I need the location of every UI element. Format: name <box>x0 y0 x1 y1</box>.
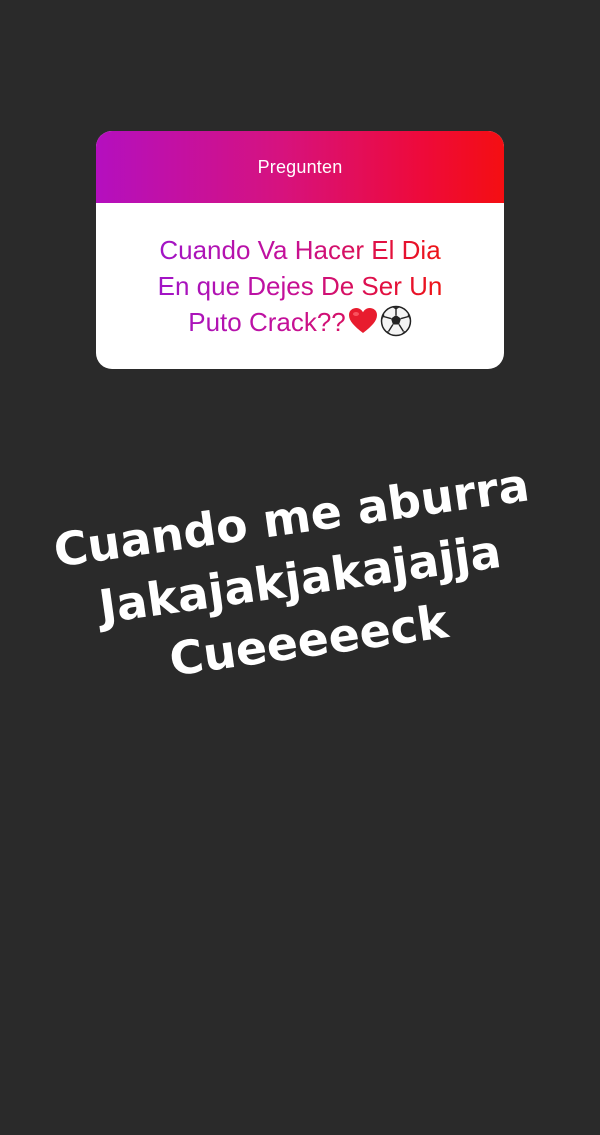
heart-icon <box>348 307 378 335</box>
answer-text: Cuando me aburra Jakajakjakajajja Cueeee… <box>30 451 571 708</box>
question-sticker-title: Pregunten <box>257 156 343 177</box>
emoji-row <box>348 305 412 337</box>
soccer-ball-icon <box>380 305 412 337</box>
question-line-last: Puto Crack?? <box>158 304 443 340</box>
question-line-text: Puto Crack?? <box>188 307 346 337</box>
question-sticker-header: Pregunten <box>96 131 504 203</box>
question-text: Cuando Va Hacer El Dia En que Dejes De S… <box>158 232 443 340</box>
question-line: Cuando Va Hacer El Dia <box>159 235 441 265</box>
question-sticker[interactable]: Pregunten Cuando Va Hacer El Dia En que … <box>96 131 504 369</box>
question-sticker-body: Cuando Va Hacer El Dia En que Dejes De S… <box>96 203 504 369</box>
question-line: En que Dejes De Ser Un <box>157 271 443 301</box>
